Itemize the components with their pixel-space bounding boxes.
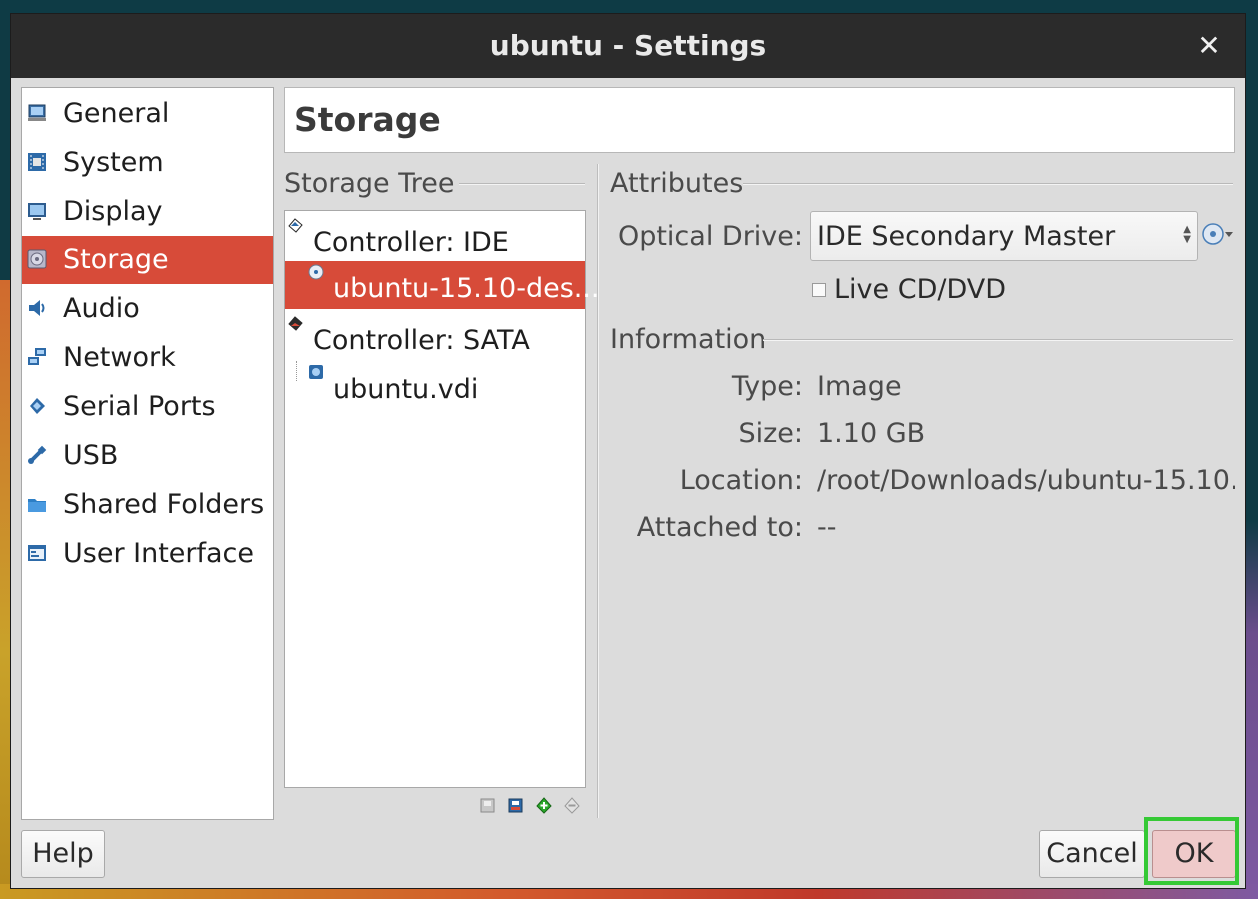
location-value: /root/Downloads/ubuntu-15.10… <box>817 465 1235 496</box>
remove-attachment-icon[interactable] <box>479 796 497 814</box>
attributes-label: Attributes <box>610 168 752 199</box>
window-title: ubuntu - Settings <box>489 29 767 62</box>
select-arrows-icon: ▲ ▼ <box>1183 224 1191 245</box>
sidebar-item-label: Audio <box>63 293 140 324</box>
serial-port-icon <box>30 398 45 414</box>
optical-drive-value: IDE Secondary Master <box>817 221 1116 252</box>
cancel-button[interactable]: Cancel <box>1039 830 1145 878</box>
group-separator <box>743 183 1233 185</box>
location-label: Location: <box>679 465 803 496</box>
disk-icon <box>27 249 47 269</box>
close-icon: ✕ <box>1197 29 1221 62</box>
sidebar-item-general[interactable]: General <box>22 90 273 138</box>
close-button[interactable]: ✕ <box>1195 32 1223 60</box>
tree-row-controller-sata[interactable]: Controller: SATA <box>285 313 585 361</box>
tree-row-label: Controller: IDE <box>313 227 509 258</box>
window-icon <box>28 545 46 561</box>
sidebar-item-label: System <box>63 147 164 178</box>
page-header: Storage <box>284 87 1235 153</box>
sidebar-item-label: USB <box>63 440 119 471</box>
sidebar-item-label: Network <box>63 342 176 373</box>
remove-controller-icon[interactable] <box>563 796 581 814</box>
optical-drive-select[interactable]: IDE Secondary Master ▲ ▼ <box>810 211 1198 261</box>
network-icon <box>28 348 46 365</box>
sidebar-item-label: User Interface <box>63 538 255 569</box>
tree-row-label: ubuntu.vdi <box>333 374 479 405</box>
type-label: Type: <box>731 371 803 402</box>
tree-row-label: Controller: SATA <box>313 325 530 356</box>
page-title: Storage <box>294 100 441 139</box>
size-value: 1.10 GB <box>817 418 926 449</box>
sidebar-item-display[interactable]: Display <box>22 188 273 236</box>
type-value: Image <box>817 371 902 402</box>
attached-to-value: -- <box>817 512 837 543</box>
information-label: Information <box>610 324 775 355</box>
chevron-down-icon <box>1225 232 1233 237</box>
chip-icon <box>28 153 46 171</box>
optical-drive-label: Optical Drive: <box>617 221 803 252</box>
controller-icon <box>288 218 303 233</box>
usb-icon <box>28 445 47 464</box>
group-separator <box>459 183 585 185</box>
choose-disk-button[interactable] <box>1201 221 1233 247</box>
panel-divider <box>597 164 599 818</box>
sidebar-item-shared-folders[interactable]: Shared Folders <box>22 481 273 529</box>
sidebar-item-storage[interactable]: Storage <box>22 236 273 284</box>
desktop-wallpaper-right <box>1244 520 1258 899</box>
optical-disc-icon <box>308 264 324 280</box>
settings-dialog: ubuntu - Settings ✕ General System Displ… <box>11 14 1245 888</box>
sidebar-item-network[interactable]: Network <box>22 334 273 382</box>
attached-to-label: Attached to: <box>636 512 803 543</box>
folder-icon <box>28 499 46 512</box>
sidebar-item-audio[interactable]: Audio <box>22 285 273 333</box>
size-label: Size: <box>738 418 803 449</box>
sidebar-item-user-interface[interactable]: User Interface <box>22 530 273 578</box>
settings-sidebar: General System Display Storage Audio Net… <box>21 87 274 820</box>
sidebar-item-system[interactable]: System <box>22 139 273 187</box>
sidebar-item-label: Storage <box>63 244 169 275</box>
storage-tree-label: Storage Tree <box>284 168 463 199</box>
optical-disc-icon <box>1202 223 1224 245</box>
hard-disk-icon <box>309 365 323 379</box>
tree-row-label: ubuntu-15.10-des... <box>333 273 600 304</box>
help-button[interactable]: Help <box>21 830 105 878</box>
controller-icon <box>288 316 303 331</box>
live-cd-label[interactable]: Live CD/DVD <box>834 274 1006 305</box>
sidebar-item-serial-ports[interactable]: Serial Ports <box>22 383 273 431</box>
sidebar-item-label: General <box>63 98 170 129</box>
storage-tree[interactable]: Controller: IDE ubuntu-15.10-des... Cont… <box>284 210 600 788</box>
ok-button-highlight <box>1144 817 1239 885</box>
sidebar-item-label: Shared Folders <box>63 489 265 520</box>
title-bar: ubuntu - Settings ✕ <box>11 14 1245 78</box>
group-separator <box>763 339 1233 341</box>
add-controller-icon[interactable] <box>535 796 553 814</box>
tree-row-hard-disk[interactable]: ubuntu.vdi <box>285 362 585 410</box>
sidebar-item-label: Display <box>63 196 163 227</box>
monitor-icon <box>28 104 46 121</box>
speaker-icon <box>29 300 45 316</box>
sidebar-item-label: Serial Ports <box>63 391 216 422</box>
live-cd-checkbox[interactable] <box>812 283 826 297</box>
sidebar-item-usb[interactable]: USB <box>22 432 273 480</box>
tree-row-controller-ide[interactable]: Controller: IDE <box>285 215 585 263</box>
add-harddisk-icon[interactable] <box>507 796 525 814</box>
display-icon <box>28 203 46 220</box>
tree-row-optical-disc[interactable]: ubuntu-15.10-des... <box>285 261 600 309</box>
